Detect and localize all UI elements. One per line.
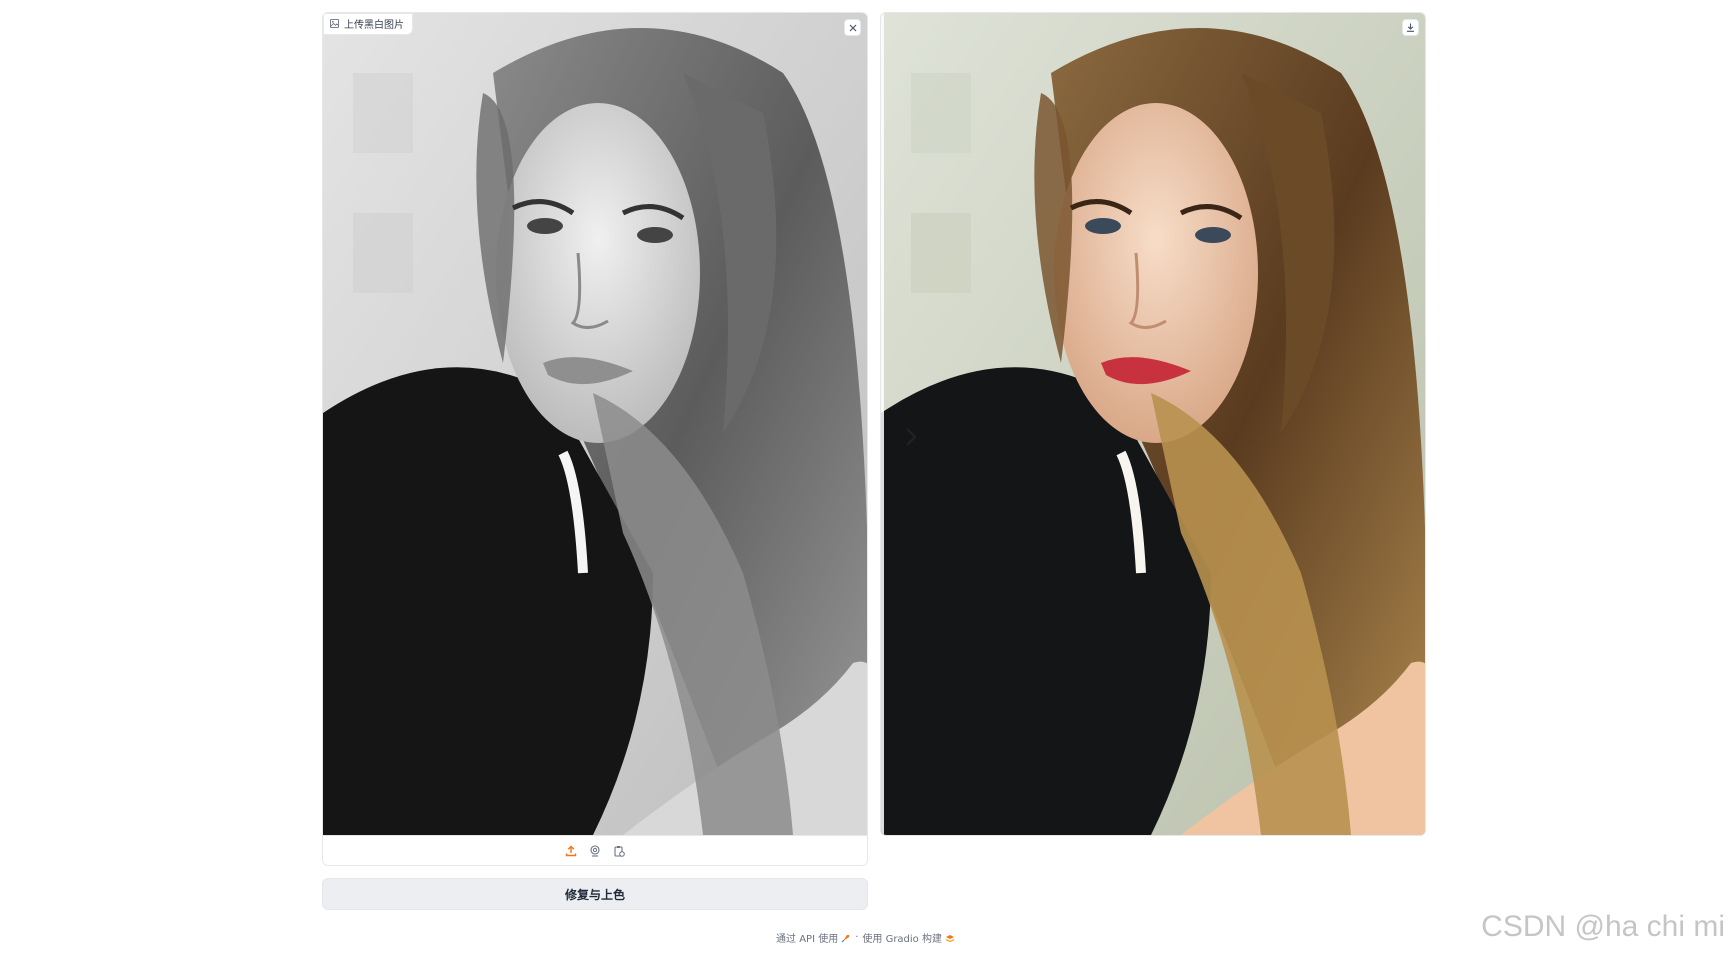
clipboard-source-button[interactable]: [611, 843, 627, 859]
output-image: [881, 13, 1425, 835]
csdn-watermark: CSDN @ha chi mi: [1481, 910, 1725, 943]
webcam-source-button[interactable]: [587, 843, 603, 859]
grayscale-portrait: [323, 13, 867, 835]
download-button[interactable]: [1402, 19, 1419, 36]
built-with-gradio-link[interactable]: 使用 Gradio 构建: [862, 930, 955, 945]
upload-source-button[interactable]: [563, 843, 579, 859]
download-icon: [1407, 23, 1414, 32]
use-via-api-link[interactable]: 通过 API 使用: [776, 930, 851, 945]
output-image-panel: [880, 12, 1426, 836]
input-image-label-text: 上传黑白图片: [344, 20, 404, 31]
use-via-api-label: 通过 API 使用: [776, 934, 839, 945]
built-with-gradio-label: 使用 Gradio 构建: [862, 934, 942, 945]
input-image-label: 上传黑白图片: [323, 13, 413, 35]
footer-separator: ·: [855, 932, 859, 943]
upload-icon: [565, 845, 577, 856]
clear-button[interactable]: [844, 19, 861, 36]
input-image: [323, 13, 867, 835]
restore-and-colorize-button[interactable]: 修复与上色: [322, 878, 868, 910]
rocket-icon: [841, 934, 850, 942]
image-icon: [330, 19, 339, 28]
clipboard-icon: [614, 845, 625, 857]
gradio-logo-icon: [945, 934, 955, 942]
comparison-slider-handle[interactable]: [901, 423, 921, 451]
input-image-panel[interactable]: 上传黑白图片: [322, 12, 868, 866]
image-source-toolbar: [323, 835, 867, 865]
colorized-portrait: [881, 13, 1425, 835]
webcam-icon: [590, 844, 600, 857]
comparison-slider-line[interactable]: [881, 13, 884, 835]
chevron-right-icon: [906, 428, 917, 446]
close-icon: [849, 24, 856, 31]
footer: 通过 API 使用 · 使用 Gradio 构建: [0, 930, 1731, 945]
